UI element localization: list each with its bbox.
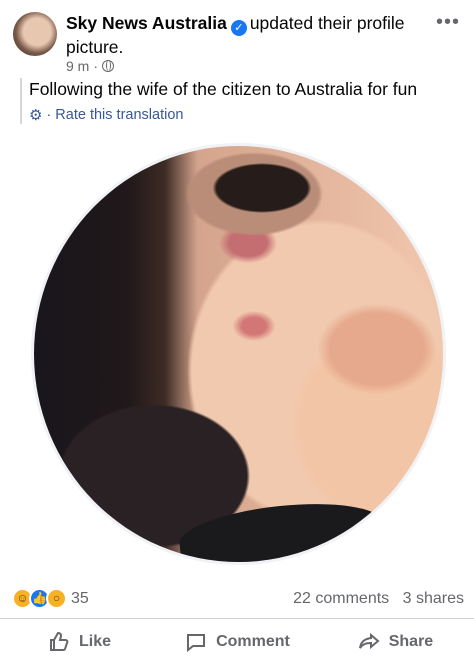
comment-label: Comment: [216, 632, 290, 650]
comment-bubble-icon: [187, 633, 206, 652]
share-arrow-icon: [358, 632, 380, 649]
rate-translation-label[interactable]: Rate this translation: [55, 107, 183, 123]
post-meta: 9 m ·: [66, 58, 115, 74]
profile-photo[interactable]: [31, 143, 446, 565]
translation-separator: ·: [46, 107, 52, 123]
post-body: Following the wife of the citizen to Aus…: [20, 78, 449, 124]
more-icon[interactable]: •••: [436, 12, 460, 32]
rate-translation-link[interactable]: ⚙ · Rate this translation: [29, 106, 449, 124]
post-actions: Like Comment Share: [0, 618, 474, 664]
verified-badge-icon: ✓: [230, 20, 247, 36]
reaction-count[interactable]: 35: [71, 590, 89, 608]
like-label: Like: [78, 632, 111, 650]
thumbs-up-icon: [49, 631, 69, 651]
gear-icon: ⚙: [29, 107, 43, 124]
post-author-line: Sky News Australia ✓ updated their profile…: [66, 12, 416, 58]
like-button[interactable]: Like: [0, 630, 158, 654]
share-count[interactable]: 3 shares: [403, 590, 464, 607]
avatar[interactable]: [13, 12, 57, 56]
comment-count[interactable]: 22 comments: [293, 590, 389, 607]
post-header: Sky News Australia ✓ updated their profile…: [0, 0, 474, 80]
share-label: Share: [388, 632, 434, 650]
post-time[interactable]: 9 m: [66, 58, 89, 74]
meta-separator: ·: [93, 58, 99, 74]
globe-icon: [102, 60, 115, 72]
reaction-icons[interactable]: ☺ 👍 ○: [12, 587, 70, 611]
engagement-row: ☺ 👍 ○ 35 22 comments 3 shares: [12, 587, 464, 611]
author-name[interactable]: Sky News Australia: [66, 13, 227, 33]
comment-share-counts: 22 comments 3 shares: [284, 590, 464, 608]
wow-reaction-icon: ○: [46, 588, 67, 609]
post-text: Following the wife of the citizen to Aus…: [29, 79, 418, 99]
comment-button[interactable]: Comment: [158, 630, 316, 654]
share-button[interactable]: Share: [316, 630, 474, 654]
